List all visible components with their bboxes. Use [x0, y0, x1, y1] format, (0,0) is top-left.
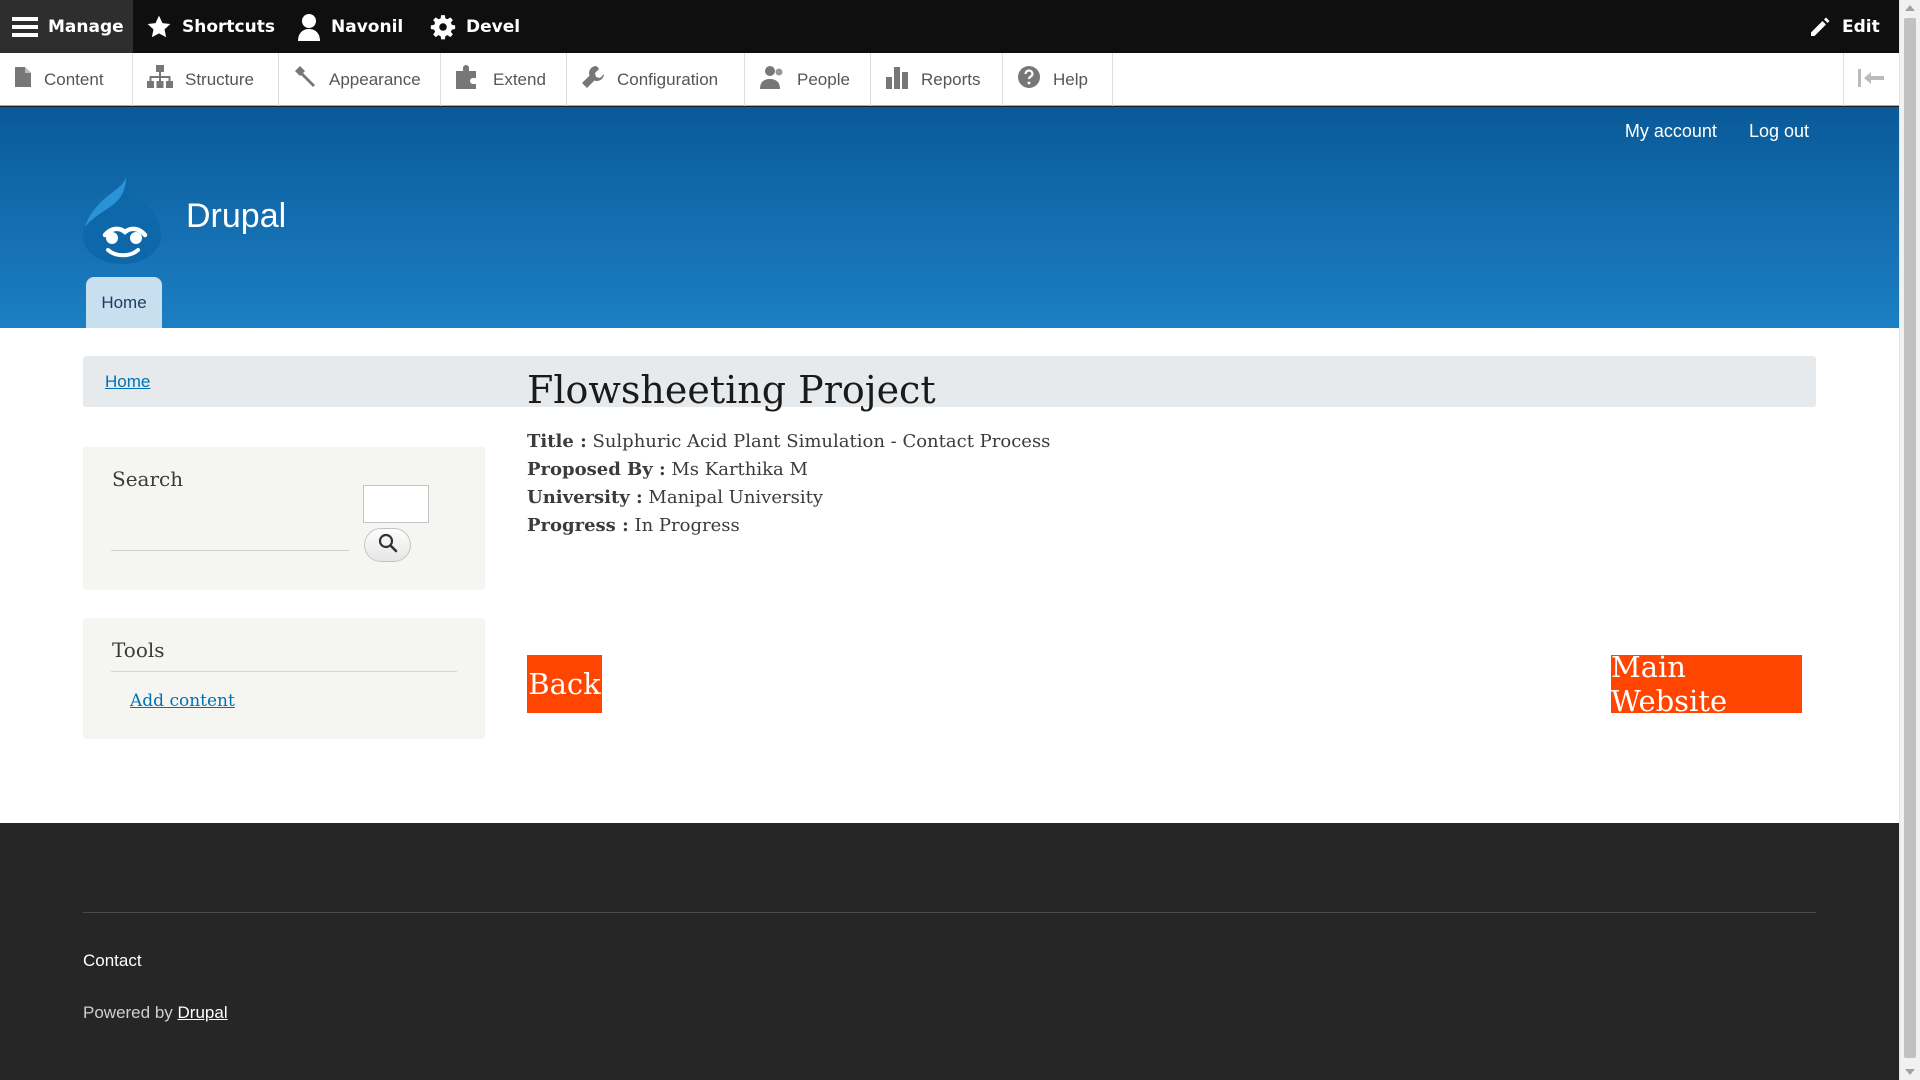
footer-drupal-link[interactable]: Drupal: [178, 1003, 228, 1022]
tray-item-structure[interactable]: Structure: [133, 53, 279, 106]
help-icon: [1017, 65, 1041, 94]
main-content-area: Home Search Tools Add content Flowsheeti…: [0, 328, 1899, 823]
site-name[interactable]: Drupal: [186, 197, 286, 236]
field-proposed-by: Proposed By : Ms Karthika M: [527, 456, 1817, 484]
scroll-up-arrow-icon[interactable]: [1905, 5, 1915, 11]
tray-item-label: Structure: [185, 69, 254, 89]
people-icon: [759, 65, 785, 94]
tray-item-label: Help: [1053, 69, 1088, 89]
sitemap-icon: [147, 65, 173, 94]
search-block-title: Search: [112, 467, 184, 491]
site-footer: Contact Powered by Drupal: [0, 823, 1899, 1080]
vertical-scrollbar[interactable]: [1899, 0, 1920, 1080]
field-university: University : Manipal University: [527, 484, 1817, 512]
tray-item-help[interactable]: Help: [1003, 53, 1113, 106]
secondary-menu: My account Log out: [1625, 121, 1809, 142]
collapse-left-icon: [1857, 68, 1886, 92]
back-button[interactable]: Back: [527, 655, 602, 713]
wrench-icon: [581, 65, 605, 94]
scroll-down-arrow-icon[interactable]: [1905, 1069, 1915, 1075]
tray-item-content[interactable]: Content: [0, 53, 133, 106]
puzzle-icon: [455, 65, 481, 94]
footer-powered-by: Powered by Drupal: [83, 1003, 228, 1023]
hamburger-icon: [12, 16, 38, 38]
tools-divider: [111, 671, 457, 672]
page-title: Flowsheeting Project: [527, 368, 936, 412]
tray-orientation-toggle[interactable]: [1843, 53, 1899, 106]
toolbar-user[interactable]: Navonil: [285, 0, 415, 53]
tray-item-label: Extend: [493, 69, 546, 89]
bar-chart-icon: [885, 65, 909, 94]
toolbar-manage-label: Manage: [48, 16, 124, 37]
tray-item-configuration[interactable]: Configuration: [567, 53, 745, 106]
footer-divider: [83, 912, 1816, 913]
tray-item-label: Content: [44, 69, 104, 89]
tray-item-reports[interactable]: Reports: [871, 53, 1003, 106]
field-progress-value: In Progress: [634, 515, 740, 536]
tray-item-extend[interactable]: Extend: [441, 53, 567, 106]
footer-contact-link[interactable]: Contact: [83, 951, 142, 971]
field-university-value: Manipal University: [648, 487, 824, 508]
log-out-link[interactable]: Log out: [1749, 121, 1809, 142]
search-icon: [378, 533, 398, 557]
toolbar-edit[interactable]: Edit: [1796, 0, 1892, 53]
admin-tray: Content Structure Appearance Extend Conf…: [0, 53, 1899, 106]
tray-item-label: Reports: [921, 69, 981, 89]
tray-item-label: Appearance: [329, 69, 421, 89]
search-submit-button[interactable]: [364, 528, 411, 562]
pencil-icon: [1808, 15, 1832, 39]
user-icon: [297, 13, 321, 41]
field-university-label: University :: [527, 487, 643, 508]
project-field-list: Title : Sulphuric Acid Plant Simulation …: [527, 428, 1817, 540]
star-icon: [146, 14, 172, 40]
page-viewport: Manage Shortcuts Navonil Devel Edit Cont…: [0, 0, 1899, 1080]
breadcrumb-home-link[interactable]: Home: [105, 372, 150, 392]
field-title-label: Title :: [527, 431, 587, 452]
field-progress-label: Progress :: [527, 515, 629, 536]
tools-block: Tools Add content: [83, 618, 485, 739]
scrollbar-thumb[interactable]: [1904, 18, 1916, 1058]
toolbar-devel[interactable]: Devel: [418, 0, 532, 53]
field-title: Title : Sulphuric Acid Plant Simulation …: [527, 428, 1817, 456]
search-input[interactable]: [111, 518, 349, 551]
main-menu-home-tab[interactable]: Home: [86, 277, 162, 328]
field-proposed-by-label: Proposed By :: [527, 459, 666, 480]
toolbar-edit-label: Edit: [1842, 16, 1880, 37]
search-block: Search: [83, 447, 485, 590]
toolbar-user-label: Navonil: [331, 16, 404, 37]
paintbrush-icon: [293, 65, 317, 94]
field-progress: Progress : In Progress: [527, 512, 1817, 540]
file-icon: [14, 66, 32, 93]
toolbar-devel-label: Devel: [466, 16, 521, 37]
project-content: Flowsheeting Project Title : Sulphuric A…: [527, 368, 1817, 540]
toolbar-shortcuts-label: Shortcuts: [182, 16, 275, 37]
tools-block-title: Tools: [112, 638, 165, 662]
site-header: My account Log out Drupal Home: [0, 107, 1899, 328]
toolbar-manage[interactable]: Manage: [0, 0, 133, 53]
tray-item-label: Configuration: [617, 69, 719, 89]
my-account-link[interactable]: My account: [1625, 121, 1717, 142]
admin-toolbar: Manage Shortcuts Navonil Devel Edit: [0, 0, 1899, 53]
main-website-button[interactable]: Main Website: [1611, 650, 1802, 718]
search-text-field[interactable]: [363, 485, 429, 523]
field-title-value: Sulphuric Acid Plant Simulation - Contac…: [592, 431, 1051, 452]
toolbar-shortcuts[interactable]: Shortcuts: [134, 0, 287, 53]
tray-item-appearance[interactable]: Appearance: [279, 53, 441, 106]
field-proposed-by-value: Ms Karthika M: [671, 459, 808, 480]
add-content-link[interactable]: Add content: [130, 691, 235, 711]
gear-icon: [430, 14, 456, 40]
tray-item-people[interactable]: People: [745, 53, 871, 106]
drupal-logo-icon[interactable]: [82, 175, 164, 265]
powered-by-text: Powered by: [83, 1003, 173, 1022]
tray-item-label: People: [797, 69, 850, 89]
